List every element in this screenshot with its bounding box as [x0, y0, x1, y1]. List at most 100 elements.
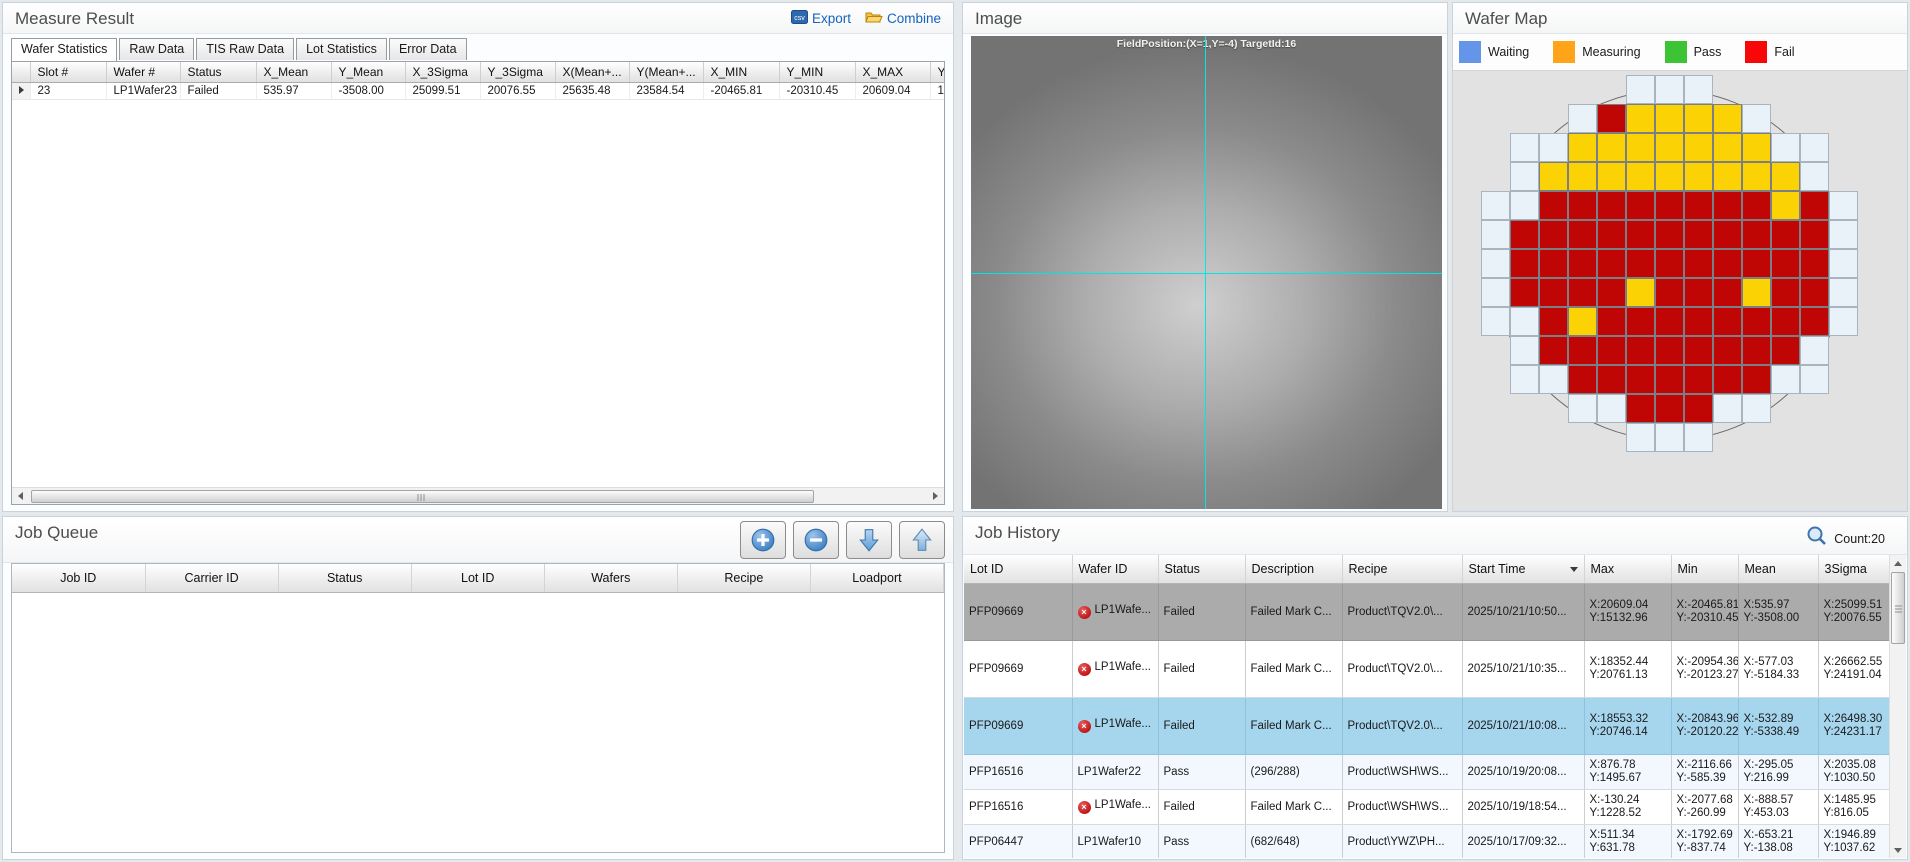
wafer-die[interactable] — [1481, 191, 1510, 220]
wafer-die[interactable] — [1481, 278, 1510, 307]
wafer-die[interactable] — [1713, 162, 1742, 191]
mr-col-header-x-mean[interactable]: X(Mean+... — [555, 62, 629, 83]
wafer-die[interactable] — [1800, 133, 1829, 162]
wafer-die[interactable] — [1742, 307, 1771, 336]
magnifier-icon[interactable] — [1806, 525, 1828, 552]
wafer-die[interactable] — [1713, 278, 1742, 307]
mr-col-header-x-max[interactable]: X_MAX — [855, 62, 930, 83]
tab-wafer-statistics[interactable]: Wafer Statistics — [11, 38, 117, 61]
wafer-die[interactable] — [1597, 307, 1626, 336]
wafer-die[interactable] — [1655, 220, 1684, 249]
wafer-die[interactable] — [1684, 162, 1713, 191]
wafer-die[interactable] — [1655, 394, 1684, 423]
wafer-die[interactable] — [1655, 365, 1684, 394]
job-history-row[interactable]: PFP06447LP1Wafer10Pass(682/648)Product\Y… — [964, 824, 1891, 858]
tab-error-data[interactable]: Error Data — [389, 38, 467, 60]
wafer-die[interactable] — [1568, 191, 1597, 220]
wafer-die[interactable] — [1800, 220, 1829, 249]
mr-col-header-x-3sigma[interactable]: X_3Sigma — [405, 62, 480, 83]
jq-col-header-carrier-id[interactable]: Carrier ID — [145, 564, 278, 592]
wafer-die[interactable] — [1510, 336, 1539, 365]
wafer-die[interactable] — [1655, 104, 1684, 133]
wafer-die[interactable] — [1597, 220, 1626, 249]
wafer-die[interactable] — [1568, 278, 1597, 307]
wafer-die[interactable] — [1800, 249, 1829, 278]
wafer-die[interactable] — [1597, 394, 1626, 423]
wafer-die[interactable] — [1742, 220, 1771, 249]
wafer-die[interactable] — [1568, 133, 1597, 162]
wafer-die[interactable] — [1829, 249, 1858, 278]
wafer-die[interactable] — [1829, 191, 1858, 220]
wafer-die[interactable] — [1626, 307, 1655, 336]
mr-col-header-status[interactable]: Status — [180, 62, 256, 83]
wafer-die[interactable] — [1742, 104, 1771, 133]
wafer-die[interactable] — [1510, 278, 1539, 307]
wafer-die[interactable] — [1597, 336, 1626, 365]
wafer-die[interactable] — [1684, 104, 1713, 133]
wafer-die[interactable] — [1742, 249, 1771, 278]
add-job-button[interactable] — [740, 521, 786, 559]
wafer-die[interactable] — [1539, 220, 1568, 249]
mr-col-header-y-mean[interactable]: Y(Mean+... — [629, 62, 703, 83]
wafer-die[interactable] — [1742, 162, 1771, 191]
wafer-die[interactable] — [1829, 307, 1858, 336]
wafer-die[interactable] — [1713, 307, 1742, 336]
wafer-die[interactable] — [1568, 336, 1597, 365]
wafer-die[interactable] — [1655, 336, 1684, 365]
mr-col-header-y-min[interactable]: Y_MIN — [779, 62, 855, 83]
wafer-die[interactable] — [1626, 249, 1655, 278]
wafer-die[interactable] — [1713, 394, 1742, 423]
wafer-die[interactable] — [1742, 336, 1771, 365]
jh-col-header-description[interactable]: Description — [1245, 555, 1342, 583]
wafer-die[interactable] — [1510, 162, 1539, 191]
wafer-die[interactable] — [1626, 75, 1655, 104]
wafer-die[interactable] — [1626, 365, 1655, 394]
wafer-die[interactable] — [1684, 336, 1713, 365]
tab-lot-statistics[interactable]: Lot Statistics — [296, 38, 387, 60]
vscroll-thumb[interactable] — [1891, 572, 1905, 644]
wafer-die[interactable] — [1742, 394, 1771, 423]
wafer-die[interactable] — [1510, 365, 1539, 394]
wafer-die[interactable] — [1626, 191, 1655, 220]
wafer-die[interactable] — [1655, 75, 1684, 104]
wafer-die[interactable] — [1481, 220, 1510, 249]
wafer-die[interactable] — [1539, 365, 1568, 394]
wafer-die[interactable] — [1626, 220, 1655, 249]
remove-job-button[interactable] — [793, 521, 839, 559]
wafer-die[interactable] — [1655, 278, 1684, 307]
wafer-die[interactable] — [1771, 336, 1800, 365]
wafer-die[interactable] — [1684, 278, 1713, 307]
scroll-up-button[interactable] — [1890, 555, 1906, 571]
jq-col-header-job-id[interactable]: Job ID — [12, 564, 145, 592]
scroll-right-button[interactable] — [927, 488, 944, 504]
wafer-die[interactable] — [1771, 162, 1800, 191]
wafer-die[interactable] — [1655, 162, 1684, 191]
export-button[interactable]: csv Export — [791, 10, 851, 27]
hscroll-thumb[interactable] — [31, 490, 814, 503]
wafer-die[interactable] — [1481, 307, 1510, 336]
wafer-die[interactable] — [1684, 307, 1713, 336]
jh-col-header-lot-id[interactable]: Lot ID — [964, 555, 1072, 583]
history-vertical-scrollbar[interactable] — [1889, 555, 1906, 858]
wafer-die[interactable] — [1655, 133, 1684, 162]
wafer-die[interactable] — [1539, 162, 1568, 191]
job-history-row[interactable]: PFP16516×LP1Wafe...FailedFailed Mark C..… — [964, 789, 1891, 824]
wafer-die[interactable] — [1655, 249, 1684, 278]
wafer-die[interactable] — [1510, 220, 1539, 249]
wafer-die[interactable] — [1568, 220, 1597, 249]
camera-image[interactable]: FieldPosition:(X=1,Y=-4) TargetId:16 — [971, 36, 1442, 509]
wafer-die[interactable] — [1626, 278, 1655, 307]
wafer-die[interactable] — [1771, 220, 1800, 249]
wafer-die[interactable] — [1568, 394, 1597, 423]
wafer-die[interactable] — [1510, 133, 1539, 162]
wafer-die[interactable] — [1539, 249, 1568, 278]
wafer-die[interactable] — [1597, 278, 1626, 307]
wafer-die[interactable] — [1626, 423, 1655, 452]
mr-col-header-y-3sigma[interactable]: Y_3Sigma — [480, 62, 555, 83]
wafer-die[interactable] — [1713, 220, 1742, 249]
wafer-die[interactable] — [1742, 365, 1771, 394]
job-history-row[interactable]: PFP09669×LP1Wafe...FailedFailed Mark C..… — [964, 697, 1891, 754]
wafer-die[interactable] — [1510, 191, 1539, 220]
jh-col-header-mean[interactable]: Mean — [1738, 555, 1818, 583]
mr-col-header-x-min[interactable]: X_MIN — [703, 62, 779, 83]
